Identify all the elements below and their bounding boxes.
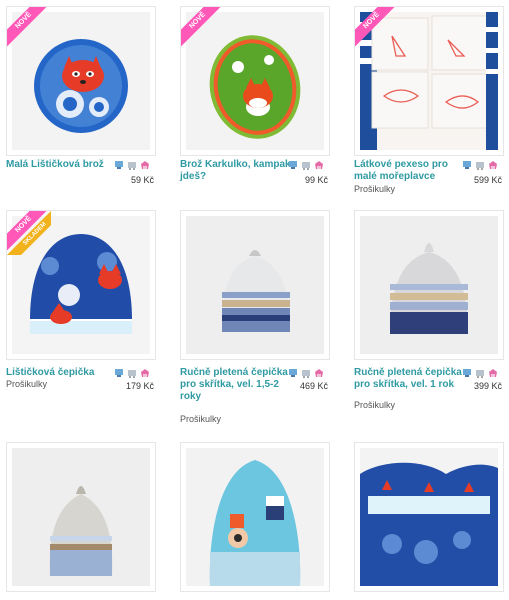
card-icons-container	[180, 210, 330, 430]
product-actions	[114, 368, 154, 378]
product-actions	[288, 368, 328, 378]
wishlist-icon[interactable]	[140, 160, 150, 170]
compare-icon[interactable]	[462, 368, 472, 378]
cart-icon[interactable]	[475, 160, 485, 170]
cart-icon[interactable]	[127, 368, 137, 378]
product-photo	[360, 448, 498, 586]
card-icons-container	[180, 6, 330, 196]
wishlist-icon[interactable]	[314, 160, 324, 170]
cart-icon[interactable]	[301, 160, 311, 170]
product-image[interactable]	[180, 442, 330, 592]
card-icons-container	[6, 210, 156, 430]
compare-icon[interactable]	[114, 368, 124, 378]
wishlist-icon[interactable]	[488, 368, 498, 378]
product-actions	[288, 160, 328, 170]
new-badge: NOVĚ	[7, 7, 51, 51]
product-actions	[462, 368, 502, 378]
product-image[interactable]: NOVĚ	[6, 6, 156, 156]
wishlist-icon[interactable]	[488, 160, 498, 170]
card-icons-container	[354, 6, 504, 196]
product-image[interactable]	[354, 442, 504, 592]
compare-icon[interactable]	[288, 368, 298, 378]
product-photo	[186, 448, 324, 586]
product-title[interactable]: Malá Lištičková brož	[6, 159, 118, 171]
cart-icon[interactable]	[301, 368, 311, 378]
wishlist-icon[interactable]	[140, 368, 150, 378]
product-actions	[114, 160, 154, 170]
compare-icon[interactable]	[462, 160, 472, 170]
cart-icon[interactable]	[127, 160, 137, 170]
wishlist-icon[interactable]	[314, 368, 324, 378]
cart-icon[interactable]	[475, 368, 485, 378]
product-photo	[12, 448, 150, 586]
product-actions	[462, 160, 502, 170]
compare-icon[interactable]	[114, 160, 124, 170]
product-price: 59 Kč	[130, 175, 154, 185]
product-image[interactable]	[6, 442, 156, 592]
card-icons-container	[354, 210, 504, 430]
compare-icon[interactable]	[288, 160, 298, 170]
